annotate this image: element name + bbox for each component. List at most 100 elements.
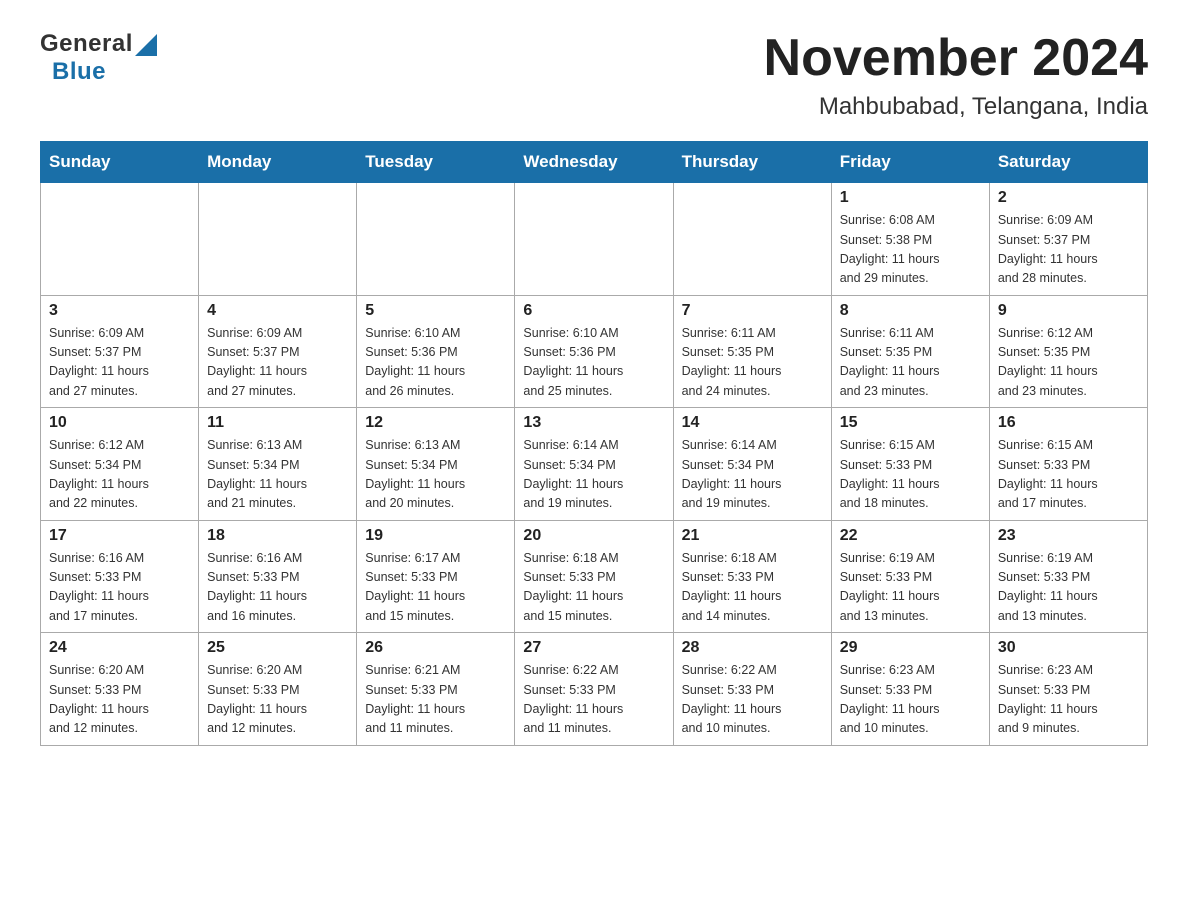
day-number: 15 [840, 414, 981, 432]
day-info: Sunrise: 6:21 AM Sunset: 5:33 PM Dayligh… [365, 661, 506, 739]
calendar-week-row: 1Sunrise: 6:08 AM Sunset: 5:38 PM Daylig… [41, 183, 1148, 296]
day-info: Sunrise: 6:22 AM Sunset: 5:33 PM Dayligh… [682, 661, 823, 739]
day-info: Sunrise: 6:11 AM Sunset: 5:35 PM Dayligh… [840, 324, 981, 402]
day-number: 6 [523, 302, 664, 320]
weekday-header-friday: Friday [831, 142, 989, 183]
calendar-cell: 20 Sunrise: 6:18 AM Sunset: 5:33 PM Dayli… [515, 520, 673, 633]
calendar-cell: 22Sunrise: 6:19 AM Sunset: 5:33 PM Dayli… [831, 520, 989, 633]
weekday-header-thursday: Thursday [673, 142, 831, 183]
calendar-cell [515, 183, 673, 296]
day-info: Sunrise: 6:15 AM Sunset: 5:33 PM Dayligh… [998, 436, 1139, 514]
day-info: Sunrise: 6:10 AM Sunset: 5:36 PM Dayligh… [365, 324, 506, 402]
day-number: 26 [365, 639, 506, 657]
calendar-cell: 2 Sunrise: 6:09 AM Sunset: 5:37 PM Daylig… [989, 183, 1147, 296]
logo-general-text: General [40, 30, 133, 58]
day-info: Sunrise: 6:11 AM Sunset: 5:35 PM Dayligh… [682, 324, 823, 402]
weekday-header-monday: Monday [199, 142, 357, 183]
day-info: Sunrise: 6:15 AM Sunset: 5:33 PM Dayligh… [840, 436, 981, 514]
day-number: 17 [49, 527, 190, 545]
calendar-cell: 1Sunrise: 6:08 AM Sunset: 5:38 PM Daylig… [831, 183, 989, 296]
calendar-cell: 4 Sunrise: 6:09 AM Sunset: 5:37 PM Daylig… [199, 295, 357, 408]
day-number: 2 [998, 189, 1139, 207]
day-number: 18 [207, 527, 348, 545]
weekday-header-row: SundayMondayTuesdayWednesdayThursdayFrid… [41, 142, 1148, 183]
day-info: Sunrise: 6:12 AM Sunset: 5:34 PM Dayligh… [49, 436, 190, 514]
day-number: 8 [840, 302, 981, 320]
calendar-cell: 13 Sunrise: 6:14 AM Sunset: 5:34 PM Dayli… [515, 408, 673, 521]
calendar-cell: 11Sunrise: 6:13 AM Sunset: 5:34 PM Dayli… [199, 408, 357, 521]
day-info: Sunrise: 6:23 AM Sunset: 5:33 PM Dayligh… [840, 661, 981, 739]
calendar-cell: 26 Sunrise: 6:21 AM Sunset: 5:33 PM Dayli… [357, 633, 515, 746]
day-number: 3 [49, 302, 190, 320]
day-number: 1 [840, 189, 981, 207]
day-info: Sunrise: 6:23 AM Sunset: 5:33 PM Dayligh… [998, 661, 1139, 739]
calendar-cell: 15 Sunrise: 6:15 AM Sunset: 5:33 PM Dayli… [831, 408, 989, 521]
calendar-cell: 10 Sunrise: 6:12 AM Sunset: 5:34 PM Dayli… [41, 408, 199, 521]
calendar-week-row: 24 Sunrise: 6:20 AM Sunset: 5:33 PM Dayli… [41, 633, 1148, 746]
calendar-cell [357, 183, 515, 296]
calendar-cell [41, 183, 199, 296]
day-info: Sunrise: 6:09 AM Sunset: 5:37 PM Dayligh… [207, 324, 348, 402]
title-area: November 2024 Mahbubabad, Telangana, Ind… [764, 30, 1148, 121]
day-number: 22 [840, 527, 981, 545]
calendar-cell: 14Sunrise: 6:14 AM Sunset: 5:34 PM Dayli… [673, 408, 831, 521]
calendar-week-row: 10 Sunrise: 6:12 AM Sunset: 5:34 PM Dayli… [41, 408, 1148, 521]
day-number: 7 [682, 302, 823, 320]
day-info: Sunrise: 6:19 AM Sunset: 5:33 PM Dayligh… [998, 549, 1139, 627]
calendar-cell [199, 183, 357, 296]
day-info: Sunrise: 6:16 AM Sunset: 5:33 PM Dayligh… [49, 549, 190, 627]
day-info: Sunrise: 6:18 AM Sunset: 5:33 PM Dayligh… [682, 549, 823, 627]
day-number: 24 [49, 639, 190, 657]
weekday-header-tuesday: Tuesday [357, 142, 515, 183]
calendar-cell: 29 Sunrise: 6:23 AM Sunset: 5:33 PM Dayli… [831, 633, 989, 746]
day-info: Sunrise: 6:16 AM Sunset: 5:33 PM Dayligh… [207, 549, 348, 627]
location-title: Mahbubabad, Telangana, India [764, 93, 1148, 121]
day-number: 4 [207, 302, 348, 320]
day-info: Sunrise: 6:09 AM Sunset: 5:37 PM Dayligh… [49, 324, 190, 402]
calendar-cell: 3 Sunrise: 6:09 AM Sunset: 5:37 PM Daylig… [41, 295, 199, 408]
day-info: Sunrise: 6:20 AM Sunset: 5:33 PM Dayligh… [49, 661, 190, 739]
day-info: Sunrise: 6:18 AM Sunset: 5:33 PM Dayligh… [523, 549, 664, 627]
day-info: Sunrise: 6:17 AM Sunset: 5:33 PM Dayligh… [365, 549, 506, 627]
calendar-cell: 18 Sunrise: 6:16 AM Sunset: 5:33 PM Dayli… [199, 520, 357, 633]
day-number: 30 [998, 639, 1139, 657]
calendar-cell: 6 Sunrise: 6:10 AM Sunset: 5:36 PM Daylig… [515, 295, 673, 408]
day-number: 16 [998, 414, 1139, 432]
day-info: Sunrise: 6:13 AM Sunset: 5:34 PM Dayligh… [365, 436, 506, 514]
day-number: 13 [523, 414, 664, 432]
day-info: Sunrise: 6:09 AM Sunset: 5:37 PM Dayligh… [998, 211, 1139, 289]
day-number: 11 [207, 414, 348, 432]
calendar-week-row: 17 Sunrise: 6:16 AM Sunset: 5:33 PM Dayli… [41, 520, 1148, 633]
calendar-table: SundayMondayTuesdayWednesdayThursdayFrid… [40, 141, 1148, 746]
logo-blue-text: Blue [52, 58, 106, 86]
weekday-header-wednesday: Wednesday [515, 142, 673, 183]
calendar-cell: 12 Sunrise: 6:13 AM Sunset: 5:34 PM Dayli… [357, 408, 515, 521]
day-info: Sunrise: 6:14 AM Sunset: 5:34 PM Dayligh… [682, 436, 823, 514]
day-info: Sunrise: 6:12 AM Sunset: 5:35 PM Dayligh… [998, 324, 1139, 402]
weekday-header-sunday: Sunday [41, 142, 199, 183]
day-number: 25 [207, 639, 348, 657]
day-info: Sunrise: 6:22 AM Sunset: 5:33 PM Dayligh… [523, 661, 664, 739]
calendar-cell: 23Sunrise: 6:19 AM Sunset: 5:33 PM Dayli… [989, 520, 1147, 633]
calendar-cell: 28 Sunrise: 6:22 AM Sunset: 5:33 PM Dayli… [673, 633, 831, 746]
day-info: Sunrise: 6:20 AM Sunset: 5:33 PM Dayligh… [207, 661, 348, 739]
calendar-cell: 5 Sunrise: 6:10 AM Sunset: 5:36 PM Daylig… [357, 295, 515, 408]
day-number: 19 [365, 527, 506, 545]
day-number: 29 [840, 639, 981, 657]
calendar-cell: 21 Sunrise: 6:18 AM Sunset: 5:33 PM Dayli… [673, 520, 831, 633]
month-title: November 2024 [764, 30, 1148, 87]
calendar-cell: 25 Sunrise: 6:20 AM Sunset: 5:33 PM Dayli… [199, 633, 357, 746]
day-number: 12 [365, 414, 506, 432]
calendar-cell: 19 Sunrise: 6:17 AM Sunset: 5:33 PM Dayli… [357, 520, 515, 633]
day-info: Sunrise: 6:14 AM Sunset: 5:34 PM Dayligh… [523, 436, 664, 514]
day-info: Sunrise: 6:10 AM Sunset: 5:36 PM Dayligh… [523, 324, 664, 402]
day-number: 28 [682, 639, 823, 657]
day-number: 27 [523, 639, 664, 657]
calendar-cell: 16 Sunrise: 6:15 AM Sunset: 5:33 PM Dayli… [989, 408, 1147, 521]
logo-triangle-icon [135, 34, 157, 56]
day-number: 20 [523, 527, 664, 545]
day-number: 10 [49, 414, 190, 432]
day-number: 21 [682, 527, 823, 545]
calendar-cell: 27 Sunrise: 6:22 AM Sunset: 5:33 PM Dayli… [515, 633, 673, 746]
day-number: 5 [365, 302, 506, 320]
